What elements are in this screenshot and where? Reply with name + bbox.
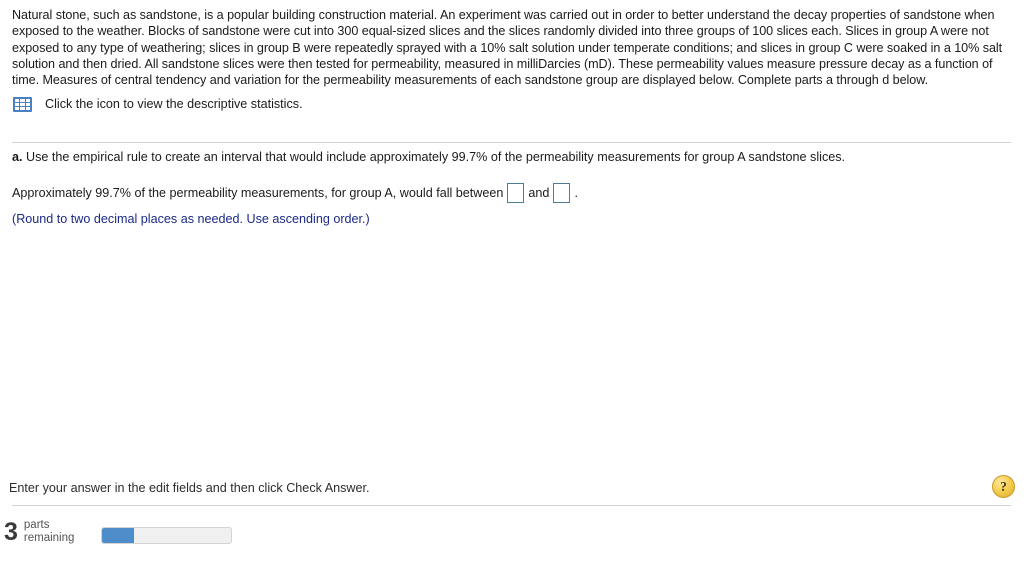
answer-input-upper[interactable] xyxy=(553,183,571,203)
part-a-answer-line: Approximately 99.7% of the permeability … xyxy=(12,183,1012,203)
section-divider xyxy=(12,142,1011,143)
table-icon-grid xyxy=(15,99,30,111)
part-a-question-line: a. Use the empirical rule to create an i… xyxy=(12,149,1012,165)
bottom-toolbar: 3 parts remaining Clear All Check Answer xyxy=(0,506,1024,564)
parts-remaining-indicator: 3 parts remaining xyxy=(4,518,74,546)
answer-prefix-text: Approximately 99.7% of the permeability … xyxy=(12,186,504,200)
status-bar: Enter your answer in the edit fields and… xyxy=(0,471,1024,505)
table-icon-cell xyxy=(20,107,25,111)
table-icon-cell xyxy=(25,103,30,107)
table-icon-cell xyxy=(15,99,20,103)
table-icon-cell xyxy=(20,99,25,103)
table-icon-cell xyxy=(20,103,25,107)
problem-statement-area: Natural stone, such as sandstone, is a p… xyxy=(0,0,1024,113)
part-a-question-text: Use the empirical rule to create an inte… xyxy=(26,150,846,164)
answer-suffix-text: . xyxy=(574,186,578,200)
exercise-page: Natural stone, such as sandstone, is a p… xyxy=(0,0,1024,564)
parts-remaining-label: parts remaining xyxy=(24,519,75,545)
part-a-rounding-hint: (Round to two decimal places as needed. … xyxy=(12,212,370,226)
table-icon-cell xyxy=(25,107,30,111)
table-icon-cell xyxy=(15,103,20,107)
answer-input-lower[interactable] xyxy=(507,183,525,203)
answer-middle-text: and xyxy=(528,186,550,200)
parts-remaining-count: 3 xyxy=(4,518,18,546)
status-message: Enter your answer in the edit fields and… xyxy=(9,481,370,495)
parts-word-line1: parts xyxy=(23,518,50,531)
part-a-section: a. Use the empirical rule to create an i… xyxy=(12,149,1012,227)
descriptive-statistics-link[interactable]: Click the icon to view the descriptive s… xyxy=(12,97,1012,113)
table-icon-cell xyxy=(25,99,30,103)
table-icon[interactable] xyxy=(13,97,32,113)
parts-word-line2: remaining xyxy=(23,532,75,544)
help-icon[interactable]: ? xyxy=(992,475,1015,498)
progress-bar-fill xyxy=(102,528,135,543)
part-a-label: a. xyxy=(12,150,23,164)
table-icon-cell xyxy=(15,107,20,111)
progress-bar xyxy=(101,527,232,544)
descriptive-statistics-label: Click the icon to view the descriptive s… xyxy=(45,97,303,112)
problem-stem-text: Natural stone, such as sandstone, is a p… xyxy=(12,8,1003,88)
